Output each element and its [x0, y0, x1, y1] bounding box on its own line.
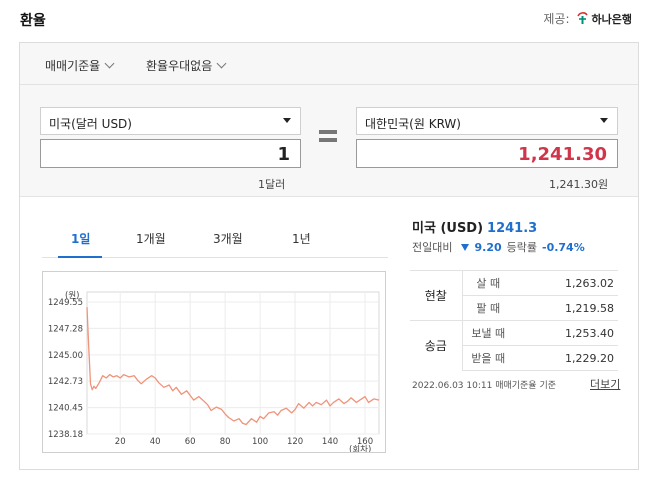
- caret-down-icon: [283, 118, 291, 123]
- timestamp-note: 2022.06.03 10:11 매매기준율 기준: [412, 381, 557, 391]
- currency-info-title: 미국 (USD) 1241.3: [412, 217, 537, 236]
- group-cash: 현찰: [410, 270, 463, 321]
- x-tick-label: 100: [252, 437, 268, 447]
- to-currency-label: 대한민국(원 KRW): [365, 117, 461, 131]
- y-tick-label: 1245.00: [48, 351, 83, 361]
- x-tick-label: 20: [115, 437, 126, 447]
- to-currency-select[interactable]: 대한민국(원 KRW): [356, 107, 618, 135]
- rate-type-label: 매매기준율: [45, 59, 101, 73]
- x-tick-label: 40: [150, 437, 161, 447]
- y-tick-label: 1238.18: [48, 430, 83, 440]
- from-amount-input[interactable]: 1: [40, 139, 301, 168]
- row-label: 보낼 때: [462, 320, 514, 346]
- y-tick-label: 1247.28: [48, 324, 83, 334]
- ratio-label: 등락률: [506, 241, 537, 254]
- chevron-down-icon: [216, 58, 227, 69]
- ratio-value: -0.74%: [542, 240, 585, 254]
- y-tick-label: 1242.73: [48, 377, 83, 387]
- tab-1-month[interactable]: 1개월: [136, 230, 166, 247]
- chevron-down-icon: [104, 58, 115, 69]
- filter-bar: 매매기준율 환율우대없음: [20, 43, 638, 85]
- hana-logo-icon: [576, 12, 588, 24]
- tab-1-day[interactable]: 1일: [71, 230, 90, 247]
- to-amount-input[interactable]: 1,241.30: [356, 139, 618, 168]
- caret-down-icon: [600, 118, 608, 123]
- preferential-rate-label: 환율우대없음: [146, 59, 213, 73]
- provider-info: 제공: 하나은행: [543, 10, 632, 27]
- x-tick-label: 140: [322, 437, 338, 447]
- rate-type-filter[interactable]: 매매기준율: [45, 57, 115, 74]
- from-currency-select[interactable]: 미국(달러 USD): [40, 107, 301, 135]
- group-remittance: 송금: [410, 320, 463, 371]
- row-value: 1,263.02: [514, 270, 618, 296]
- series-line-0: [86, 307, 380, 426]
- x-tick-label: 60: [185, 437, 196, 447]
- x-tick-label: 80: [220, 437, 231, 447]
- converter-area: 매매기준율 환율우대없음 미국(달러 USD) 1 1달러 대한민국(원 KRW…: [20, 43, 638, 197]
- more-link[interactable]: 더보기: [590, 376, 620, 392]
- plot-area: [86, 291, 380, 435]
- table-row: 현찰 살 때 1,263.02: [410, 270, 618, 321]
- x-axis-label: (회차): [349, 445, 371, 452]
- y-axis-label: (원): [65, 291, 79, 301]
- row-value: 1,219.58: [514, 295, 618, 321]
- active-tab-indicator: [58, 256, 102, 258]
- row-value: 1,229.20: [514, 345, 618, 371]
- rate-table: 현찰 살 때 1,263.02 팔 때 1,219.58 송금 보낼 때 1,2…: [410, 270, 618, 371]
- hana-bank-logo: 하나은행: [576, 11, 632, 27]
- to-amount-text: 1,241.30원: [549, 178, 609, 191]
- row-label: 살 때: [462, 270, 514, 296]
- rate-chart-svg: 1249.551247.281245.001242.731240.451238.…: [48, 291, 380, 455]
- current-rate: 1241.3: [487, 221, 538, 236]
- x-tick-label: 120: [287, 437, 303, 447]
- rate-change: 전일대비 9.20 등락률 -0.74%: [412, 239, 585, 255]
- row-label: 팔 때: [462, 295, 514, 321]
- equals-icon: [319, 130, 337, 146]
- from-amount-text: 1달러: [258, 178, 286, 191]
- row-value: 1,253.40: [514, 320, 618, 346]
- row-label: 받을 때: [462, 345, 514, 371]
- provider-name: 하나은행: [591, 12, 632, 26]
- change-value: 9.20: [474, 240, 502, 254]
- tab-3-months[interactable]: 3개월: [213, 230, 243, 247]
- page-title: 환율: [20, 13, 46, 29]
- down-arrow-icon: [461, 243, 470, 251]
- table-row: 송금 보낼 때 1,253.40: [410, 320, 618, 371]
- preferential-rate-filter[interactable]: 환율우대없음: [146, 57, 227, 74]
- provider-label: 제공:: [543, 12, 570, 26]
- period-tabs: 1일 1개월 3개월 1년: [42, 226, 388, 258]
- y-tick-label: 1240.45: [48, 404, 83, 414]
- from-currency-label: 미국(달러 USD): [49, 117, 132, 131]
- change-label: 전일대비: [412, 241, 453, 254]
- tab-1-year[interactable]: 1년: [292, 230, 311, 247]
- currency-name: 미국 (USD): [412, 221, 484, 236]
- rate-chart: 1249.55 1247.28 1245.00 1242.73 1240.45 1238.…: [42, 271, 386, 455]
- exchange-panel: 매매기준율 환율우대없음 미국(달러 USD) 1 1달러 대한민국(원 KRW…: [19, 42, 639, 470]
